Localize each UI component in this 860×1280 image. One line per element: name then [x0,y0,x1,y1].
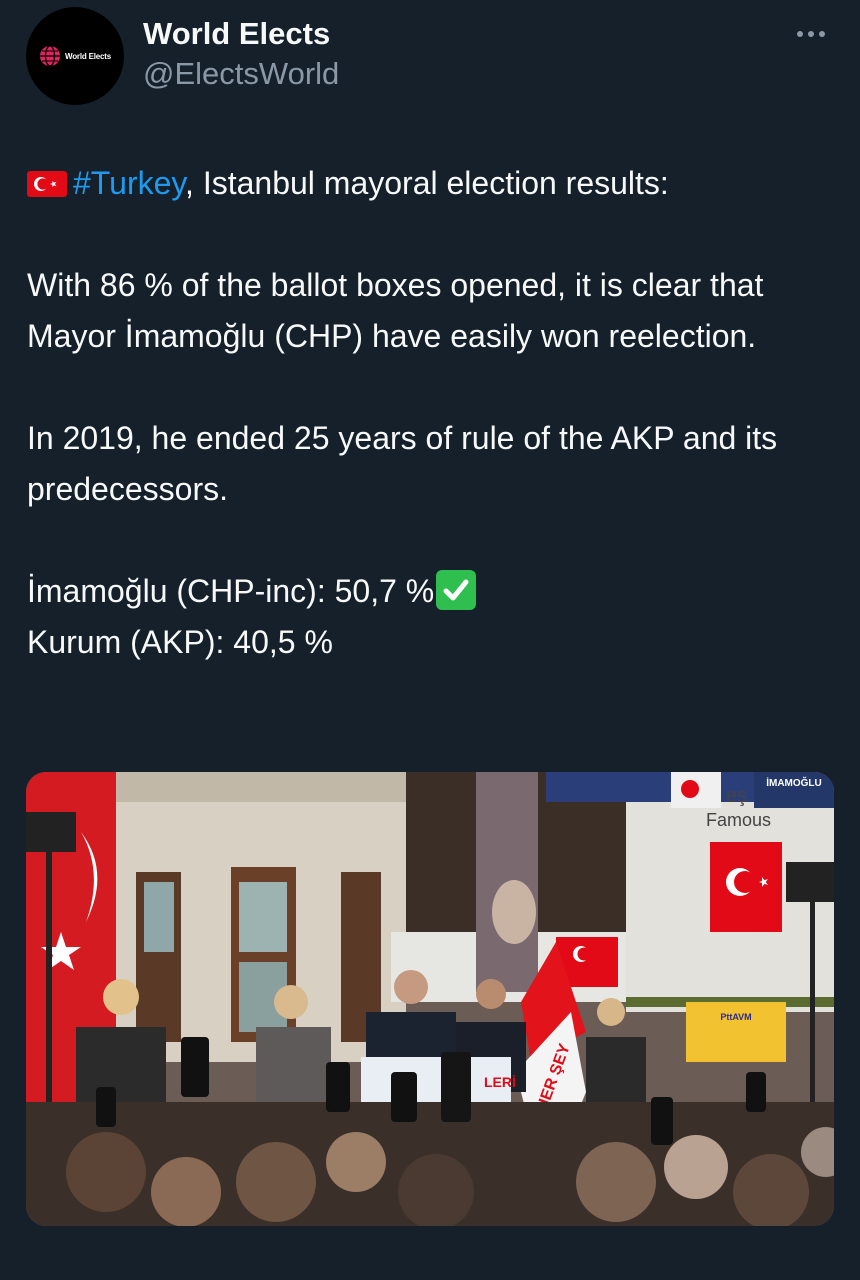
podium-text: LERİ [484,1074,516,1090]
shop-sign: eş [726,785,747,807]
check-mark-icon [436,570,477,610]
user-handle[interactable]: @ElectsWorld [143,56,339,92]
avatar-label: World Elects [65,51,111,61]
dot [797,31,803,37]
tweet-photo[interactable]: PttAVM İMAMOĞLU eş Famous HER ŞEY LERİ [26,772,834,1226]
dot [819,31,825,37]
tweet-line-1: #Turkey, Istanbul mayoral election resul… [27,158,837,209]
banner-sign: İMAMOĞLU [766,776,822,789]
kiosk-sign: PttAVM [720,1012,751,1022]
tweet-text: #Turkey, Istanbul mayoral election resul… [27,158,837,668]
avatar[interactable]: World Elects [26,7,124,105]
display-name[interactable]: World Elects [143,16,330,52]
shop-sign-2: Famous [706,810,771,830]
result-imamoglu: İmamoğlu (CHP-inc): 50,7 % [27,573,435,609]
tweet-results: İmamoğlu (CHP-inc): 50,7 % Kurum (AKP): … [27,566,837,668]
tweet-paragraph-3: In 2019, he ended 25 years of rule of th… [27,420,778,507]
hashtag-link[interactable]: #Turkey [73,165,185,201]
more-dots-icon[interactable] [797,27,831,41]
tweet-line-1-text: , Istanbul mayoral election results: [185,165,669,201]
turkey-flag-icon [27,171,67,197]
tweet-paragraph-2: With 86 % of the ballot boxes opened, it… [27,267,764,354]
result-line-1: İmamoğlu (CHP-inc): 50,7 % [27,566,837,617]
result-line-2: Kurum (AKP): 40,5 % [27,624,333,660]
globe-icon [40,45,61,67]
tweet-header: World Elects World Elects @ElectsWorld [0,0,860,120]
dot [808,31,814,37]
